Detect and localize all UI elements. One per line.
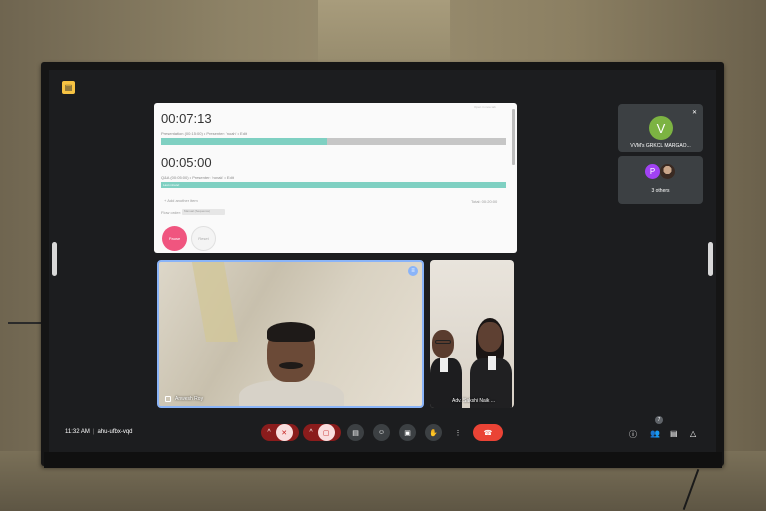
left-panel-handle[interactable]: [52, 242, 57, 276]
timer-2-meta: Q&A (00:05:00) • Presenter: 'ronak' • Ed…: [161, 175, 234, 180]
camera-control[interactable]: ^ ▢: [303, 424, 341, 441]
participant-1-head: [432, 330, 454, 358]
raise-hand-icon[interactable]: ✋: [425, 424, 442, 441]
video-tile-side[interactable]: Adv. Sakshi Naik ...: [430, 260, 514, 408]
chevron-up-icon[interactable]: ^: [267, 429, 270, 436]
people-count-badge: 7: [655, 416, 663, 424]
avatar: P: [645, 164, 660, 179]
chat-icon[interactable]: ▤: [670, 429, 678, 438]
speaking-icon: ≡: [408, 266, 418, 276]
timer-2-progress: Last minute!: [161, 182, 506, 188]
emoji-icon[interactable]: ☺: [373, 424, 390, 441]
timer-1-progress: [161, 138, 506, 145]
participant-hair: [267, 322, 315, 342]
participant-2-head: [478, 322, 502, 352]
timer-2-time: 00:05:00: [161, 155, 212, 170]
more-icon[interactable]: ⋮: [453, 424, 463, 441]
add-item-link[interactable]: + Add another item: [164, 198, 198, 203]
others-count: 3 others: [651, 188, 670, 194]
pause-button[interactable]: Pause: [162, 226, 187, 251]
mic-control[interactable]: ^ ✕: [261, 424, 299, 441]
mic-off-icon: ✕: [691, 110, 697, 116]
chevron-up-icon[interactable]: ^: [309, 429, 312, 436]
meeting-info: 11:32 AM | ahu-ufbx-vqd: [65, 429, 133, 435]
avatar-photo: [660, 164, 675, 179]
room-wall-corner: [318, 0, 450, 70]
timer-total: Total: 00:20:00: [471, 199, 498, 204]
side-tile-name: Adv. Sakshi Naik ...: [452, 398, 495, 404]
collar: [440, 358, 448, 372]
collar: [488, 356, 496, 370]
glasses: [435, 340, 451, 344]
participant-body: [239, 380, 344, 406]
participant-tile-v[interactable]: ✕ V VVM's GRKCL MARGAO...: [618, 104, 703, 152]
activity-icon[interactable]: ▤: [62, 81, 75, 94]
cable: [8, 322, 44, 324]
meeting-screen: ▤ Open in new tab 00:07:13 Presentation …: [49, 70, 716, 452]
timer-2-bar-label: Last minute!: [163, 183, 180, 187]
right-panel-handle[interactable]: [708, 242, 713, 276]
video-tile-main[interactable]: ≡ Anwesh Roy: [157, 260, 424, 408]
reset-button[interactable]: Reset: [191, 226, 216, 251]
participant-mustache: [279, 362, 303, 369]
flow-order-select[interactable]: Manual (Sequence): [182, 209, 225, 215]
camera-off-icon[interactable]: ▢: [317, 424, 335, 441]
end-call-icon[interactable]: ☎: [473, 424, 503, 441]
people-icon[interactable]: 👥: [650, 429, 660, 438]
tv-bottom-bezel: [44, 452, 722, 468]
background-beam: [191, 262, 239, 342]
bottom-bar: 11:32 AM | ahu-ufbx-vqd ^ ✕ ^ ▢ ▤ ☺ ▣ ✋ ⋮ …: [49, 416, 716, 452]
participant-name: VVM's GRKCL MARGAO...: [630, 143, 691, 149]
avatar: V: [649, 116, 673, 140]
info-icon[interactable]: ⓘ: [629, 429, 637, 440]
meeting-code: ahu-ufbx-vqd: [97, 429, 133, 435]
captions-icon[interactable]: ▤: [347, 424, 364, 441]
activities-icon[interactable]: △: [690, 429, 696, 438]
others-tile[interactable]: P 3 others: [618, 156, 703, 204]
open-new-tab-link[interactable]: Open in new tab: [474, 105, 496, 109]
main-tile-name: Anwesh Roy: [175, 396, 204, 402]
mic-off-icon[interactable]: ✕: [275, 424, 293, 441]
timer-scrollbar[interactable]: [512, 109, 515, 165]
flow-order-label: Flow order:: [161, 210, 182, 215]
current-time: 11:32 AM: [65, 429, 90, 435]
timer-1-time: 00:07:13: [161, 111, 212, 126]
pin-icon[interactable]: [165, 396, 171, 402]
timer-panel: Open in new tab 00:07:13 Presentation (0…: [154, 103, 517, 253]
present-icon[interactable]: ▣: [399, 424, 416, 441]
timer-1-meta: Presentation (00:15:00) • Presenter: 'no…: [161, 131, 247, 136]
